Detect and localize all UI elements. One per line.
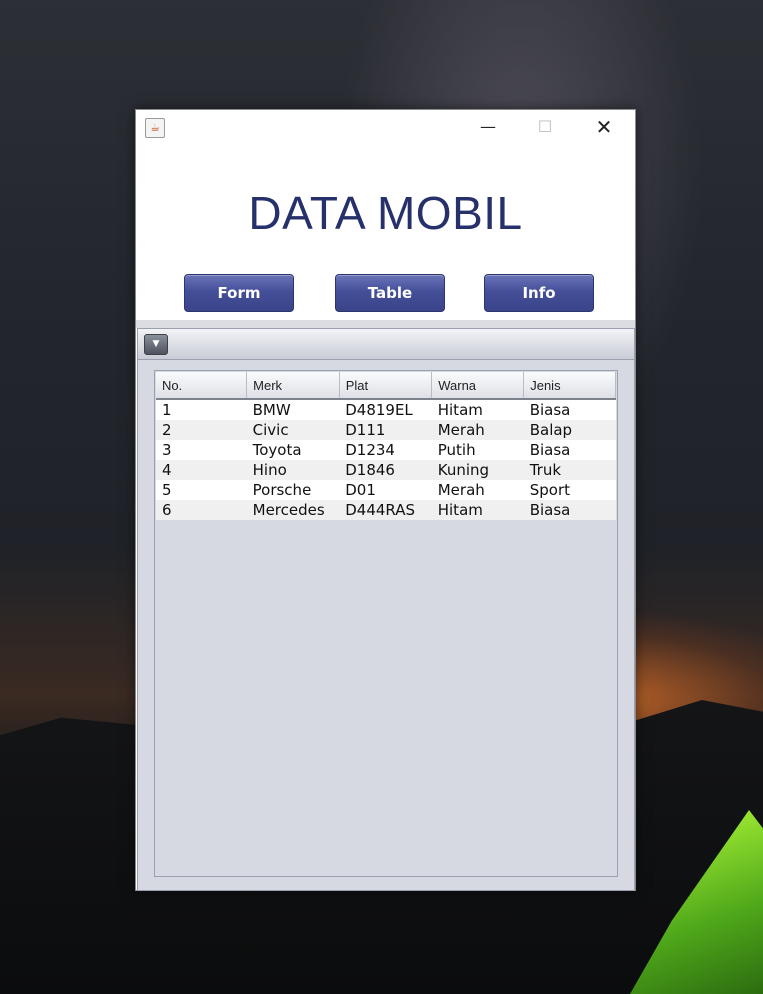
cell-warna[interactable]: Putih (431, 440, 524, 460)
table-row[interactable]: 4 Hino D1846 Kuning Truk (156, 460, 616, 480)
cell-no[interactable]: 5 (156, 480, 247, 500)
header-panel: DATA MOBIL Form Table Info (136, 144, 635, 320)
cell-warna[interactable]: Hitam (431, 500, 524, 520)
table-button[interactable]: Table (335, 274, 445, 312)
cell-merk[interactable]: Toyota (246, 440, 340, 460)
cell-warna[interactable]: Kuning (431, 460, 524, 480)
table-row[interactable]: 5 Porsche D01 Merah Sport (156, 480, 616, 500)
cell-jenis[interactable]: Biasa (523, 500, 616, 520)
cell-warna[interactable]: Merah (431, 420, 524, 440)
minimize-button[interactable]: — (465, 110, 511, 144)
cell-jenis[interactable]: Balap (523, 420, 616, 440)
cell-warna[interactable]: Merah (431, 480, 524, 500)
column-header-merk[interactable]: Merk (246, 372, 340, 400)
info-button[interactable]: Info (484, 274, 594, 312)
cell-merk[interactable]: Civic (246, 420, 340, 440)
cell-no[interactable]: 6 (156, 500, 247, 520)
maximize-button[interactable]: ☐ (522, 110, 568, 144)
page-title: DATA MOBIL (248, 187, 523, 239)
cell-no[interactable]: 4 (156, 460, 247, 480)
cell-jenis[interactable]: Truk (523, 460, 616, 480)
data-table: No. Merk Plat Warna Jenis 1 BMW D4819EL … (156, 372, 616, 520)
internal-frame-titlebar[interactable]: ▼ (138, 329, 634, 360)
cell-plat[interactable]: D4819EL (339, 399, 432, 420)
table-row[interactable]: 6 Mercedes D444RAS Hitam Biasa (156, 500, 616, 520)
column-header-plat[interactable]: Plat (339, 372, 433, 400)
column-header-warna[interactable]: Warna (431, 372, 525, 400)
table-row[interactable]: 1 BMW D4819EL Hitam Biasa (156, 399, 616, 420)
cell-plat[interactable]: D1234 (339, 440, 432, 460)
cell-merk[interactable]: Hino (246, 460, 340, 480)
cell-plat[interactable]: D1846 (339, 460, 432, 480)
table-header-row: No. Merk Plat Warna Jenis (156, 372, 616, 400)
column-header-jenis[interactable]: Jenis (523, 372, 616, 400)
cell-plat[interactable]: D01 (339, 480, 432, 500)
close-button[interactable]: ✕ (581, 110, 627, 144)
cell-jenis[interactable]: Biasa (523, 399, 616, 420)
cell-merk[interactable]: BMW (246, 399, 340, 420)
cell-jenis[interactable]: Sport (523, 480, 616, 500)
internal-frame: ▼ No. Merk Plat Warna Jenis 1 BMW D4819E… (137, 328, 635, 891)
cell-warna[interactable]: Hitam (431, 399, 524, 420)
cell-merk[interactable]: Mercedes (246, 500, 340, 520)
form-button[interactable]: Form (184, 274, 294, 312)
cell-no[interactable]: 3 (156, 440, 247, 460)
separator (136, 320, 635, 328)
cell-no[interactable]: 1 (156, 399, 247, 420)
cell-jenis[interactable]: Biasa (523, 440, 616, 460)
chevron-down-icon[interactable]: ▼ (144, 334, 168, 355)
java-cup-icon[interactable]: ☕ (145, 118, 165, 138)
column-header-no[interactable]: No. (156, 372, 248, 400)
table-scroll-pane[interactable]: No. Merk Plat Warna Jenis 1 BMW D4819EL … (154, 370, 618, 877)
cell-merk[interactable]: Porsche (246, 480, 340, 500)
app-window: ☕ — ☐ ✕ DATA MOBIL Form Table Info ▼ No.… (135, 109, 636, 891)
cell-plat[interactable]: D444RAS (339, 500, 432, 520)
table-row[interactable]: 3 Toyota D1234 Putih Biasa (156, 440, 616, 460)
table-row[interactable]: 2 Civic D111 Merah Balap (156, 420, 616, 440)
cell-no[interactable]: 2 (156, 420, 247, 440)
cell-plat[interactable]: D111 (339, 420, 432, 440)
window-titlebar[interactable]: ☕ — ☐ ✕ (136, 110, 635, 144)
